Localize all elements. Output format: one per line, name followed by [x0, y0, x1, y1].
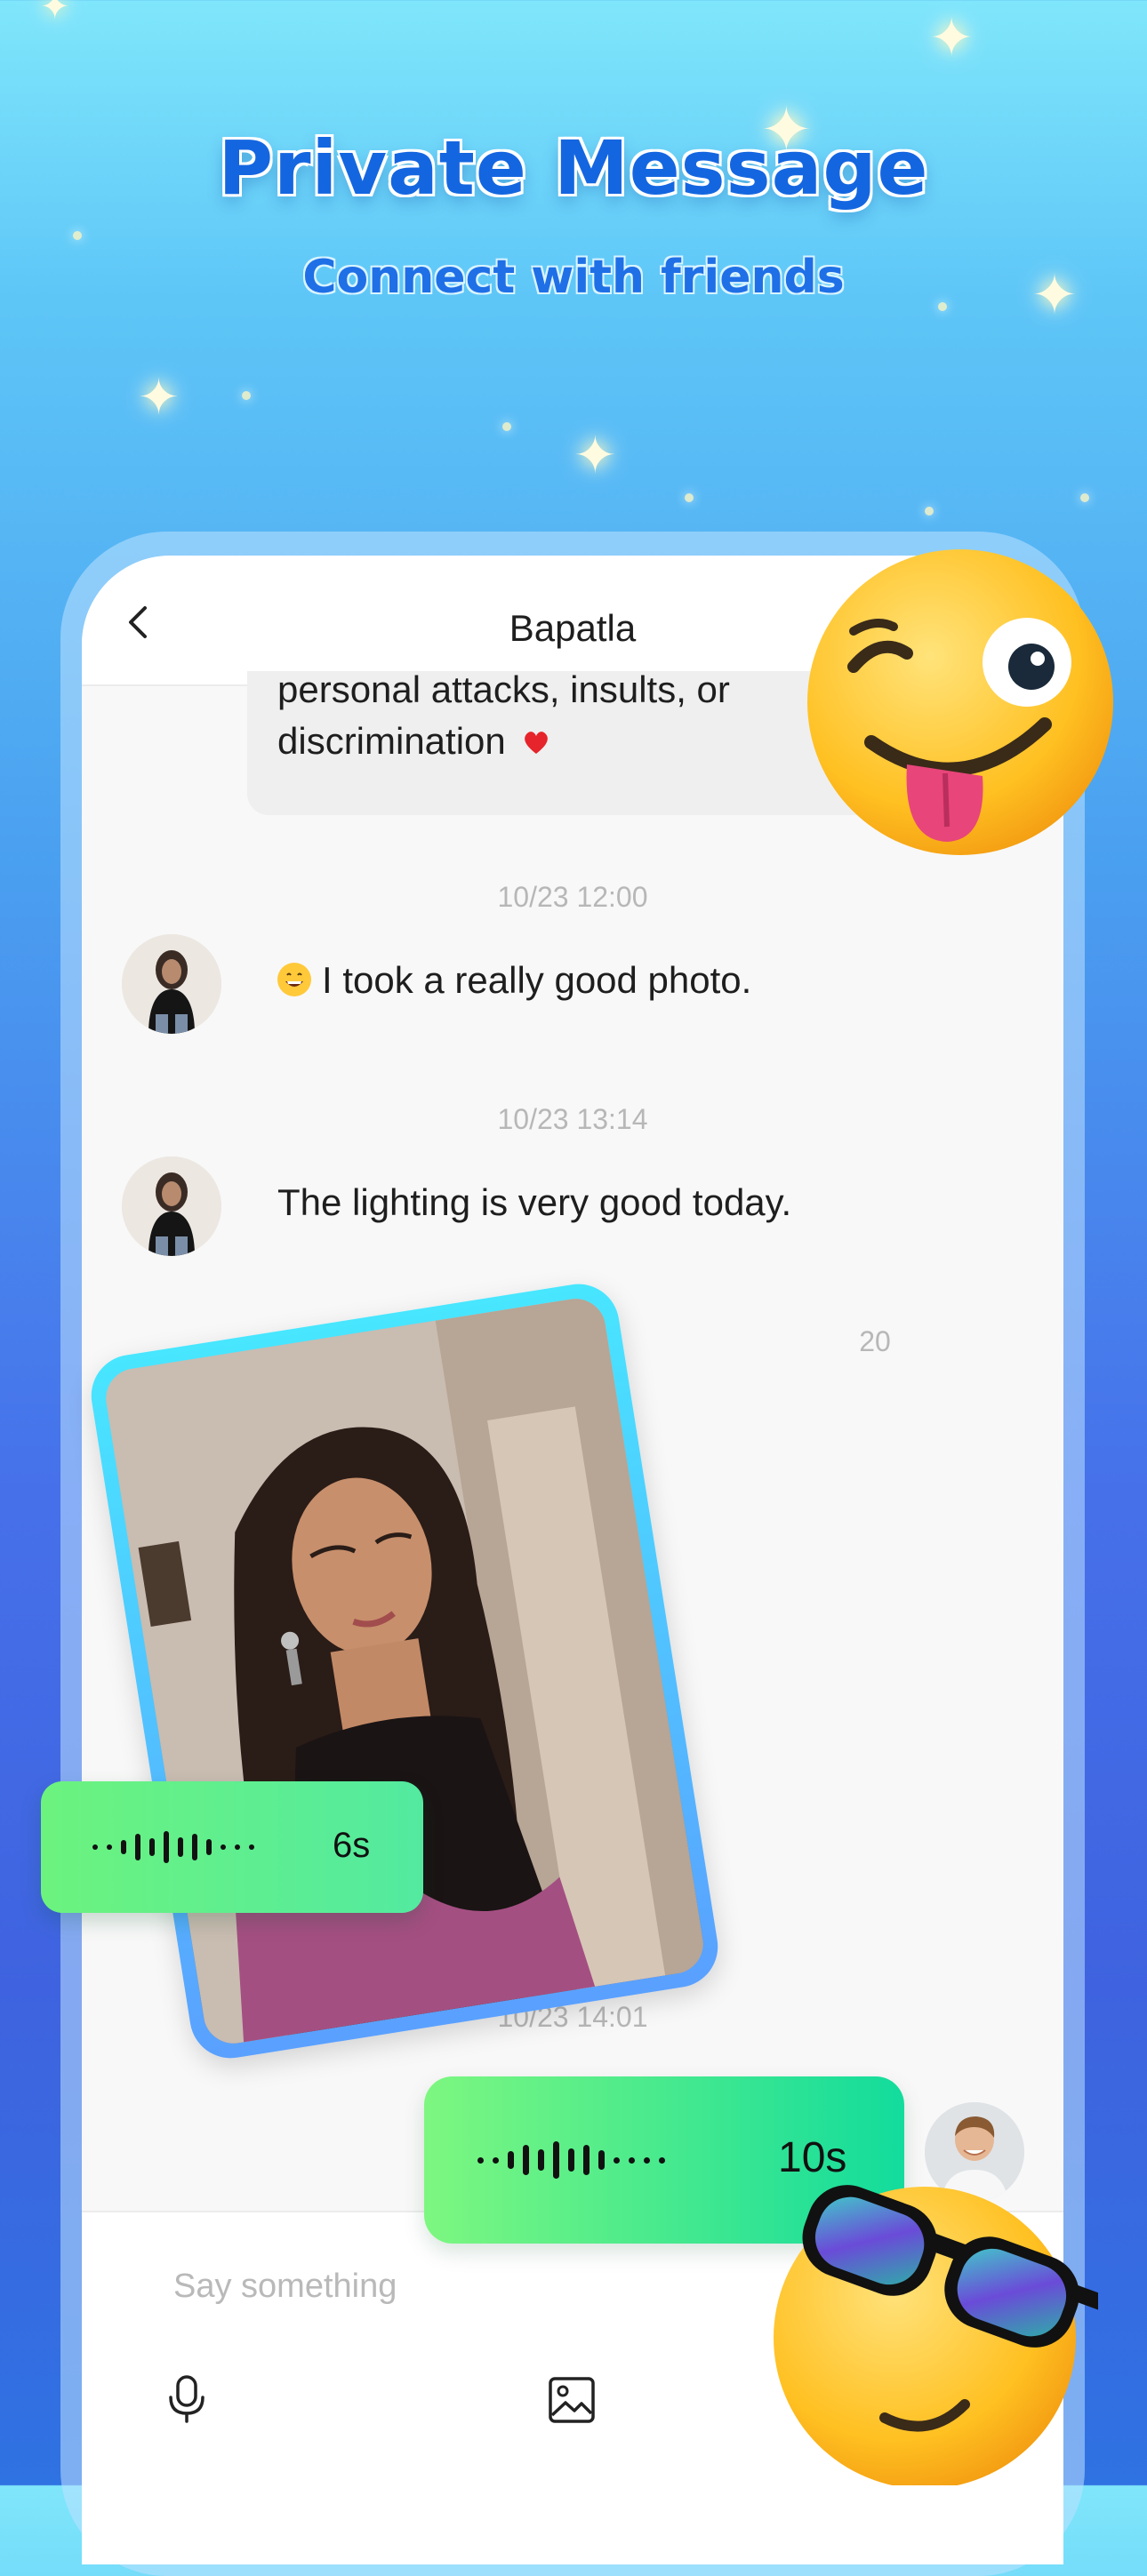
- message-text: personal attacks, insults, or: [277, 668, 730, 710]
- waveform-icon: [92, 1829, 263, 1865]
- headline: Private Message: [218, 124, 929, 212]
- subheadline: Connect with friends: [302, 251, 845, 304]
- photo-image: [101, 1294, 708, 2048]
- timestamp: 10/23 12:00: [497, 881, 648, 913]
- waveform-icon: [477, 2139, 674, 2181]
- timestamp: 10/23 13:14: [497, 1103, 648, 1135]
- voice-duration: 6s: [333, 1826, 371, 1865]
- grinning-emoji-icon: [277, 963, 311, 996]
- heart-emoji-icon: [521, 719, 551, 754]
- message-row: I took a really good photo.: [122, 934, 1011, 1036]
- photo-message[interactable]: [85, 1277, 724, 2065]
- voice-message[interactable]: 6s: [41, 1781, 423, 1913]
- message-row: The lighting is very good today.: [122, 1156, 1011, 1259]
- message-text: I took a really good photo.: [322, 959, 752, 1001]
- sunglasses-emoji-icon: [774, 2185, 1098, 2485]
- message-text: discrimination: [277, 720, 506, 762]
- wink-tongue-emoji-icon: [807, 549, 1113, 855]
- message-text: The lighting is very good today.: [277, 1181, 792, 1223]
- microphone-icon[interactable]: [164, 2374, 210, 2424]
- avatar[interactable]: [122, 1156, 221, 1256]
- image-icon[interactable]: [548, 2376, 596, 2424]
- avatar[interactable]: [122, 934, 221, 1034]
- message-input[interactable]: Say something: [173, 2268, 397, 2306]
